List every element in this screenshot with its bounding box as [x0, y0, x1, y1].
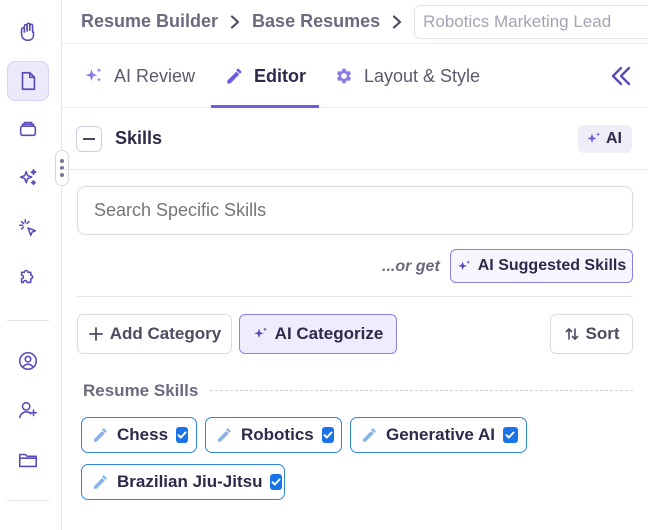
skill-chip[interactable]: Brazilian Jiu-Jitsu: [81, 464, 285, 500]
skill-chip-label: Robotics: [241, 425, 314, 444]
user-circle-icon[interactable]: [7, 341, 49, 381]
sort-label: Sort: [585, 324, 620, 343]
folder-icon[interactable]: [7, 440, 49, 480]
skill-chip-label: Generative AI: [386, 425, 495, 444]
checkbox-checked-icon[interactable]: [270, 474, 283, 490]
stack-icon[interactable]: [7, 108, 49, 148]
left-sidebar: [0, 0, 62, 530]
tab-editor[interactable]: Editor: [224, 44, 306, 108]
collapse-panel-button[interactable]: [610, 64, 632, 88]
sparkles-icon: [586, 131, 602, 147]
ai-categorize-button[interactable]: AI Categorize: [239, 314, 397, 354]
double-chevron-left-icon: [610, 64, 632, 88]
skill-chip[interactable]: Generative AI: [350, 417, 527, 453]
pencil-icon[interactable]: [91, 473, 109, 491]
sparkles-icon: [253, 326, 269, 342]
pencil-icon[interactable]: [91, 426, 109, 444]
resume-skills-label: Resume Skills: [83, 381, 199, 400]
checkbox-checked-icon[interactable]: [321, 427, 334, 443]
sparkles-icon: [84, 66, 104, 86]
breadcrumb: Resume Builder Base Resumes: [62, 0, 648, 44]
tab-label: Editor: [254, 65, 306, 86]
chevron-right-icon: [392, 14, 402, 29]
click-icon[interactable]: [7, 208, 49, 248]
skill-search-input[interactable]: [77, 186, 633, 235]
skill-chip-label: Chess: [117, 425, 169, 444]
gear-icon: [334, 66, 354, 86]
breadcrumb-resume-builder[interactable]: Resume Builder: [81, 11, 218, 32]
skills-section-header: Skills AI: [62, 108, 648, 170]
add-category-button[interactable]: Add Category: [77, 314, 232, 354]
minus-icon: [83, 138, 95, 140]
skill-chip-label: Brazilian Jiu-Jitsu: [117, 472, 263, 491]
checkbox-checked-icon[interactable]: [502, 427, 518, 443]
skill-chip[interactable]: Chess: [81, 417, 197, 453]
sidebar-divider: [7, 320, 49, 321]
tab-label: Layout & Style: [364, 65, 481, 86]
app-root: Resume Builder Base Resumes AI Review Ed…: [0, 0, 648, 530]
ai-assist-button[interactable]: AI: [578, 125, 632, 153]
collapse-section-button[interactable]: [76, 126, 102, 152]
editor-tabs: AI Review Editor Layout & Style: [62, 44, 648, 108]
pencil-icon[interactable]: [215, 426, 233, 444]
checkbox-checked-icon[interactable]: [176, 427, 189, 443]
tab-ai-review[interactable]: AI Review: [84, 44, 195, 108]
sort-arrows-icon: [564, 326, 580, 342]
resume-name-input[interactable]: [414, 4, 648, 39]
sidebar-divider: [7, 500, 49, 501]
sparkles-icon[interactable]: [7, 158, 49, 198]
plus-icon: [88, 326, 104, 342]
divider: [77, 296, 633, 297]
skill-chip[interactable]: Robotics: [205, 417, 342, 453]
chevron-right-icon: [230, 14, 240, 29]
tab-label: AI Review: [114, 65, 196, 86]
pencil-icon: [224, 66, 244, 86]
sparkles-icon: [457, 259, 472, 274]
add-user-icon[interactable]: [7, 390, 49, 430]
section-title: Skills: [115, 128, 163, 148]
ai-badge-label: AI: [606, 130, 622, 147]
dashed-divider: [210, 390, 633, 391]
ai-categorize-label: AI Categorize: [274, 324, 384, 343]
puzzle-icon[interactable]: [7, 256, 49, 296]
tab-layout-style[interactable]: Layout & Style: [334, 44, 480, 108]
breadcrumb-base-resumes[interactable]: Base Resumes: [252, 11, 380, 32]
ai-suggested-skills-button[interactable]: AI Suggested Skills: [450, 249, 633, 283]
hand-icon[interactable]: [7, 12, 49, 52]
ai-suggested-skills-label: AI Suggested Skills: [477, 257, 627, 274]
pencil-icon[interactable]: [360, 426, 378, 444]
document-icon[interactable]: [7, 61, 49, 101]
add-category-label: Add Category: [109, 324, 222, 343]
or-get-text: ...or get: [382, 258, 440, 275]
sort-button[interactable]: Sort: [550, 314, 633, 354]
